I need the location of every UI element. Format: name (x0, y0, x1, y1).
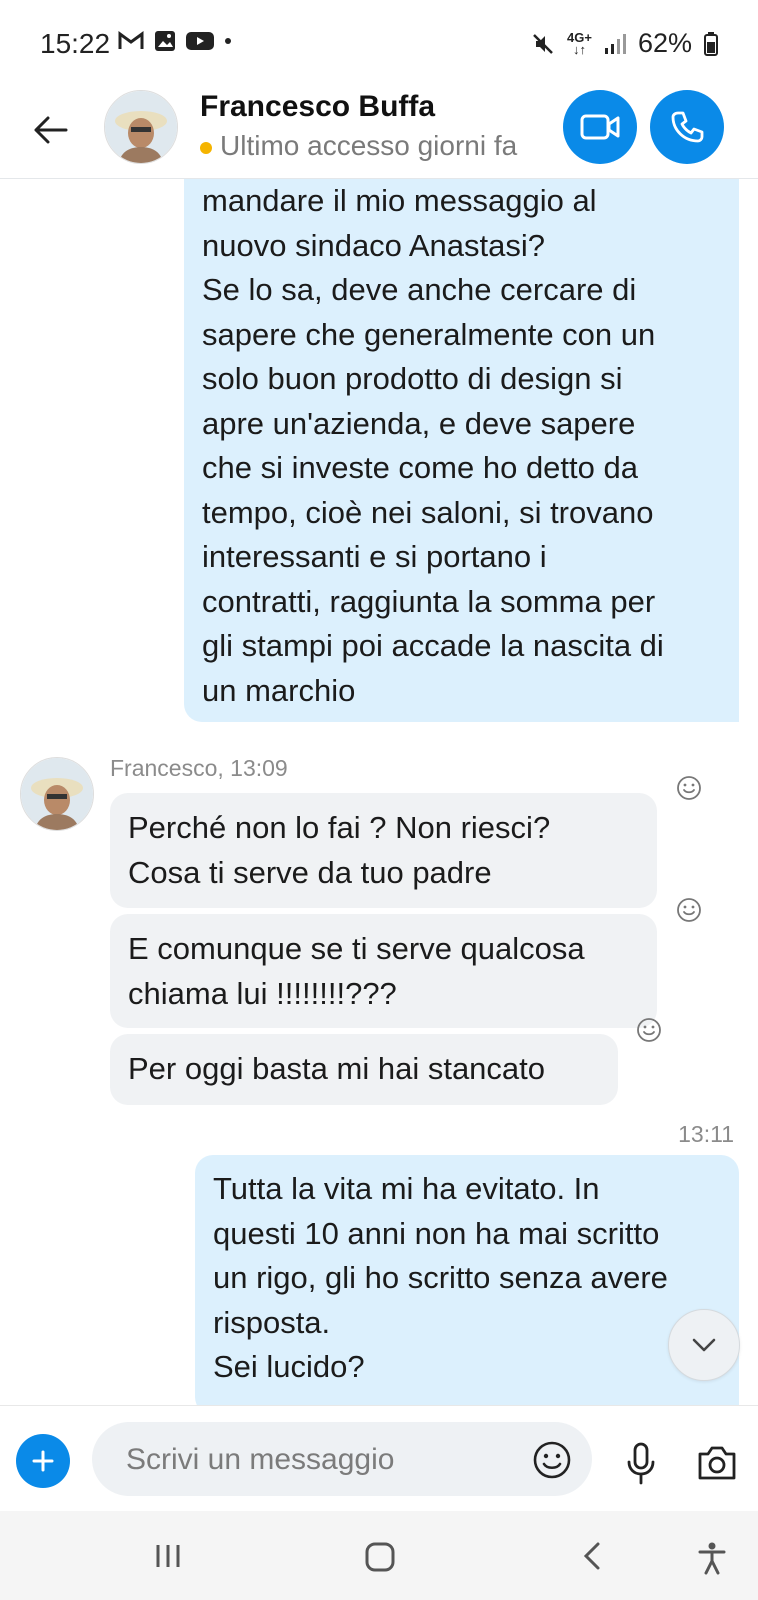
status-bar: 15:22 4G+ ↓↑ 62% (0, 0, 758, 88)
network-type: 4G+ ↓↑ (567, 29, 592, 57)
add-content-button[interactable] (16, 1434, 70, 1488)
emoji-icon[interactable] (532, 1440, 572, 1480)
message-input-container (92, 1422, 592, 1498)
back-arrow-icon (34, 116, 68, 144)
plus-icon (32, 1450, 54, 1472)
message-timestamp: 13:11 (678, 1121, 734, 1147)
gmail-icon (118, 31, 144, 49)
back-button[interactable] (30, 110, 70, 150)
incoming-message-bubble[interactable]: E comunque se ti serve qualcosa chiama l… (110, 914, 657, 1028)
notification-icons (118, 30, 232, 52)
youtube-icon (186, 32, 214, 50)
presence-dot (200, 142, 212, 154)
recent-apps-icon[interactable] (153, 1541, 183, 1571)
contact-name[interactable]: Francesco Buffa (200, 90, 435, 124)
add-reaction-icon[interactable] (676, 897, 702, 923)
add-reaction-icon[interactable] (676, 775, 702, 801)
voice-call-button[interactable] (650, 90, 724, 164)
avatar-image (105, 91, 177, 163)
message-text: Tutta la vita mi ha evitato. In questi 1… (213, 1171, 668, 1384)
message-text: E comunque se ti serve qualcosa chiama l… (128, 931, 585, 1011)
video-call-button[interactable] (563, 90, 637, 164)
scroll-to-bottom-button[interactable] (668, 1309, 740, 1381)
message-list[interactable]: mandare il mio messaggio al nuovo sindac… (0, 179, 758, 1405)
presence-status: Ultimo accesso giorni fa (220, 130, 518, 161)
message-input[interactable] (124, 1422, 508, 1498)
video-camera-icon (580, 114, 620, 140)
dot-icon (225, 38, 231, 44)
battery-percent: 62% (637, 28, 692, 58)
outgoing-message-bubble[interactable]: mandare il mio messaggio al nuovo sindac… (184, 179, 739, 722)
incoming-message-bubble[interactable]: Perché non lo fai ? Non riesci? Cosa ti … (110, 793, 657, 908)
message-text: Perché non lo fai ? Non riesci? Cosa ti … (128, 810, 551, 890)
sender-name-time: Francesco, 13:09 (110, 755, 288, 781)
phone-icon (671, 111, 704, 143)
status-time: 15:22 (40, 28, 111, 59)
message-text: mandare il mio messaggio al nuovo sindac… (202, 183, 664, 708)
status-right: 4G+ ↓↑ 62% (531, 28, 718, 59)
gallery-icon (155, 31, 175, 51)
incoming-message-bubble[interactable]: Per oggi basta mi hai stancato (110, 1034, 618, 1105)
message-composer (0, 1405, 758, 1512)
home-icon[interactable] (364, 1541, 396, 1573)
sender-avatar[interactable] (20, 757, 94, 831)
outgoing-message-bubble[interactable]: Tutta la vita mi ha evitato. In questi 1… (195, 1155, 739, 1405)
avatar-image (21, 758, 93, 830)
camera-icon[interactable] (696, 1444, 738, 1482)
mute-icon (533, 33, 553, 54)
chat-header: Francesco Buffa Ultimo accesso giorni fa (0, 88, 758, 179)
accessibility-icon[interactable] (697, 1541, 727, 1575)
add-reaction-icon[interactable] (636, 1017, 662, 1043)
signal-icon (604, 33, 626, 54)
chevron-down-icon (692, 1338, 716, 1352)
message-text: Per oggi basta mi hai stancato (128, 1051, 546, 1086)
microphone-icon[interactable] (626, 1442, 656, 1486)
back-nav-icon[interactable] (580, 1541, 604, 1571)
contact-avatar[interactable] (104, 90, 178, 164)
battery-icon (704, 31, 718, 56)
system-nav-bar (0, 1511, 758, 1600)
